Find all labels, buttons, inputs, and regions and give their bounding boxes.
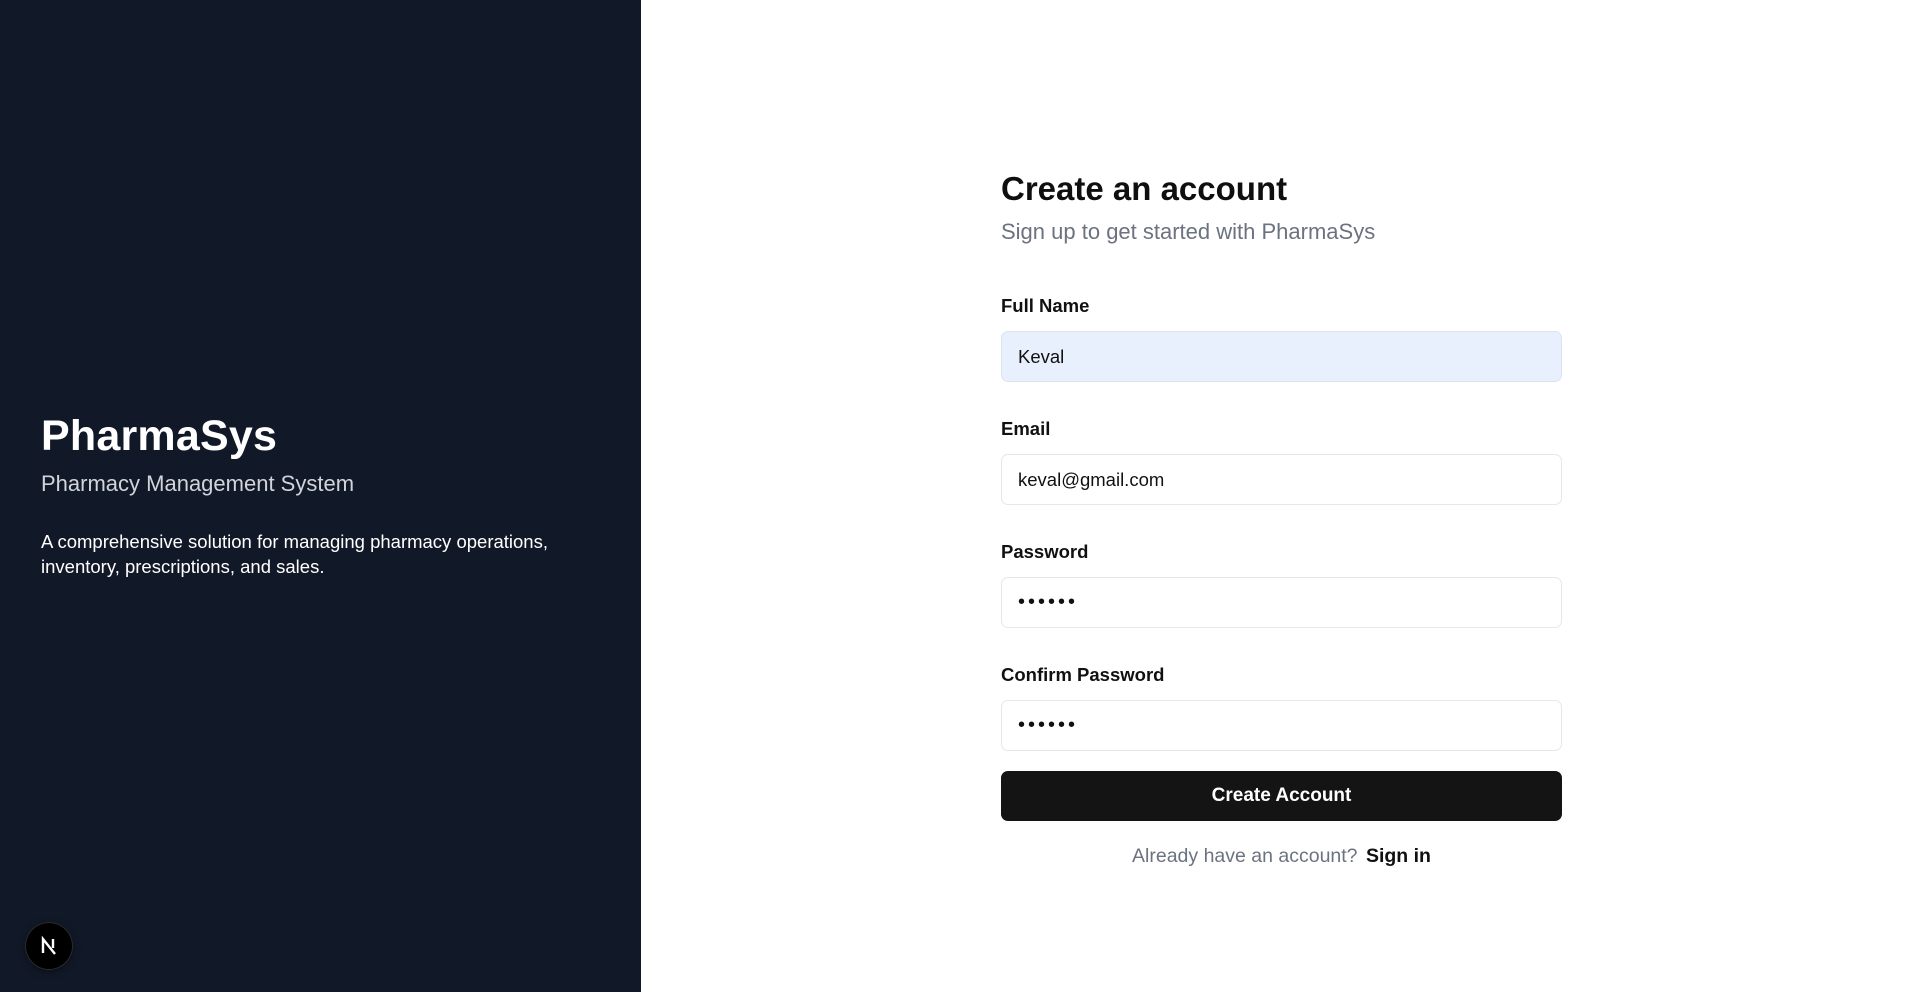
full-name-field-group: Full Name [1001, 294, 1562, 382]
signin-link[interactable]: Sign in [1366, 845, 1431, 867]
confirm-password-field-group: Confirm Password [1001, 663, 1562, 751]
confirm-password-label: Confirm Password [1001, 664, 1165, 685]
create-account-button[interactable]: Create Account [1001, 771, 1562, 821]
password-field-group: Password [1001, 540, 1562, 628]
password-input[interactable] [1001, 577, 1562, 628]
email-input[interactable] [1001, 454, 1562, 505]
nextjs-logo-icon [41, 935, 56, 955]
nextjs-devtools-button[interactable] [26, 923, 72, 969]
brand-subtitle: Pharmacy Management System [41, 471, 355, 496]
full-name-input[interactable] [1001, 331, 1562, 382]
signup-form: Create an account Sign up to get started… [1001, 165, 1562, 869]
email-field-group: Email [1001, 417, 1562, 505]
signin-row: Already have an account? Sign in [1001, 843, 1562, 869]
confirm-password-input[interactable] [1001, 700, 1562, 751]
form-subheading: Sign up to get started with PharmaSys [1001, 219, 1376, 244]
form-panel: Create an account Sign up to get started… [641, 0, 1921, 992]
full-name-label: Full Name [1001, 295, 1090, 316]
form-heading: Create an account [1001, 170, 1288, 207]
password-label: Password [1001, 541, 1089, 562]
signin-prompt: Already have an account? [1132, 845, 1358, 867]
brand-title: PharmaSys [41, 412, 278, 460]
email-label: Email [1001, 418, 1051, 439]
brand-panel: PharmaSys Pharmacy Management System A c… [0, 0, 641, 992]
brand-description: A comprehensive solution for managing ph… [41, 531, 548, 577]
signup-page: PharmaSys Pharmacy Management System A c… [0, 0, 1921, 992]
